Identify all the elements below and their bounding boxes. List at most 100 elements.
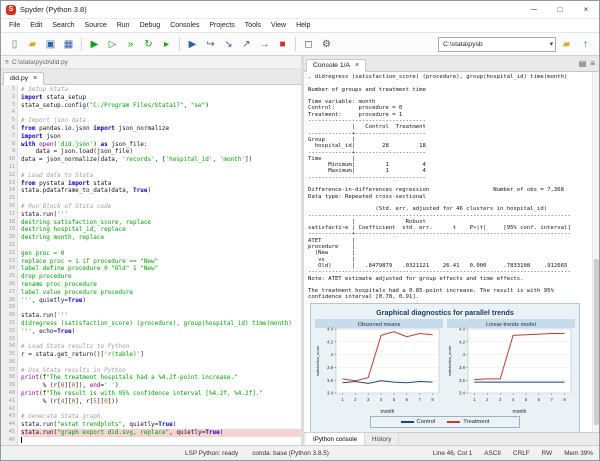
title-bar[interactable]: S Spyder (Python 3.8) ─□× — [1, 1, 599, 19]
code-line-39[interactable]: % (r[0][0]), end=' ') — [21, 382, 301, 390]
code-line-22[interactable]: gen proc = 0 — [21, 250, 301, 258]
step-return-icon[interactable]: ↗ — [238, 36, 255, 53]
dropdown-icon[interactable]: ▾ — [550, 40, 553, 48]
code-line-35[interactable]: r = stata.get_return()['r(table)'] — [21, 351, 301, 359]
code-area[interactable]: # Setup Stataimport stata_setupstata_set… — [18, 85, 301, 445]
menu-projects[interactable]: Projects — [204, 22, 239, 29]
tab-history[interactable]: History — [365, 433, 399, 445]
console-tab-close-icon[interactable]: × — [355, 64, 359, 68]
code-line-23[interactable]: replace proc = 1 if procedure == "New" — [21, 258, 301, 266]
open-file-icon[interactable]: ▰ — [24, 36, 41, 53]
code-line-9[interactable]: data = json.load(json_file) — [21, 148, 301, 156]
code-line-28[interactable]: ''', quietly=True) — [21, 297, 301, 305]
tab-close-icon[interactable]: × — [33, 77, 37, 81]
pane-window-icon[interactable]: ▤ — [579, 59, 587, 68]
save-all-icon[interactable]: ▦ — [60, 36, 77, 53]
code-line-36[interactable] — [21, 359, 301, 367]
continue-icon[interactable]: → — [256, 36, 273, 53]
code-line-1[interactable]: # Setup Stata — [21, 86, 301, 94]
code-line-17[interactable]: stata.run(''' — [21, 211, 301, 219]
code-line-30[interactable]: stata.run(''' — [21, 312, 301, 320]
code-line-5[interactable]: # Import json data — [21, 117, 301, 125]
code-line-42[interactable] — [21, 406, 301, 414]
menu-search[interactable]: Search — [47, 22, 79, 29]
env-status[interactable]: conda: base (Python 3.8.5) — [252, 450, 329, 457]
code-line-11[interactable] — [21, 164, 301, 172]
menu-source[interactable]: Source — [80, 22, 112, 29]
browse-folder-icon[interactable]: ▰ — [558, 36, 575, 53]
code-line-38[interactable]: print(f"The treatment hospitals had a %4… — [21, 374, 301, 382]
code-line-16[interactable]: # Run Block of Stata code — [21, 203, 301, 211]
code-line-19[interactable]: destring hospital_id, replace — [21, 226, 301, 234]
rerun-cell-icon[interactable]: ↻ — [140, 36, 157, 53]
line-number: 23 — [1, 258, 15, 266]
code-line-40[interactable]: print(f"The result is with 95% confidenc… — [21, 390, 301, 398]
run-cell-advance-icon[interactable]: » — [122, 36, 139, 53]
maximize-button[interactable]: □ — [547, 1, 573, 18]
code-line-44[interactable]: stata.run("estat trendplots", quietly=Tr… — [21, 421, 301, 429]
parent-directory-icon[interactable]: ↑ — [577, 36, 594, 53]
working-directory-input[interactable]: C:\stata\pysb ▾ — [438, 37, 556, 52]
code-editor[interactable]: 1234567891011121314151617181920212223242… — [1, 85, 301, 445]
menu-run[interactable]: Run — [112, 22, 135, 29]
run-selection-icon[interactable]: ▸ — [158, 36, 175, 53]
code-line-7[interactable]: import json — [21, 133, 301, 141]
stop-icon[interactable]: ■ — [274, 36, 291, 53]
step-into-icon[interactable]: ↘ — [220, 36, 237, 53]
menu-help[interactable]: Help — [291, 22, 315, 29]
tab-browser-icon[interactable]: ≡ — [5, 59, 9, 66]
code-line-10[interactable]: data = json_normalize(data, 'records', [… — [21, 156, 301, 164]
step-over-icon[interactable]: ↪ — [202, 36, 219, 53]
options-menu-icon[interactable]: ≡ — [590, 59, 595, 68]
editor-tab-didpy[interactable]: did.py × — [3, 72, 44, 85]
console-scrollbar-thumb[interactable] — [594, 259, 599, 425]
menu-file[interactable]: File — [4, 22, 25, 29]
code-line-6[interactable]: from pandas.io.json import json_normaliz… — [21, 125, 301, 133]
code-line-43[interactable]: # Generate Stata graph — [21, 413, 301, 421]
code-line-37[interactable]: # Use Stata results in Python — [21, 367, 301, 375]
code-line-34[interactable]: # Load Stata results to Python — [21, 343, 301, 351]
preferences-icon[interactable]: ⚙ — [318, 36, 335, 53]
menu-consoles[interactable]: Consoles — [165, 22, 204, 29]
code-line-15[interactable] — [21, 195, 301, 203]
code-line-14[interactable]: stata.pdataframe_to_data(data, True) — [21, 187, 301, 195]
menu-edit[interactable]: Edit — [25, 22, 47, 29]
run-icon[interactable]: ▶ — [86, 36, 103, 53]
code-line-45[interactable]: stata.run("graph export did.svg, replace… — [21, 429, 301, 437]
code-line-31[interactable]: didregress (satisfaction_score) (procedu… — [21, 320, 301, 328]
code-line-8[interactable]: with open('did.json') as json_file: — [21, 141, 301, 149]
code-line-32[interactable]: ''', echo=True) — [21, 328, 301, 336]
debug-icon[interactable]: ▶ — [184, 36, 201, 53]
run-cell-icon[interactable]: ▷ — [104, 36, 121, 53]
code-line-20[interactable]: destring month, replace — [21, 234, 301, 242]
svg-text:3.8: 3.8 — [327, 365, 334, 370]
code-line-26[interactable]: rename proc procedure — [21, 281, 301, 289]
tab-ipython-console[interactable]: IPython console — [306, 433, 365, 445]
code-line-18[interactable]: destring satisfaction_score, replace — [21, 219, 301, 227]
code-line-33[interactable] — [21, 336, 301, 344]
menu-view[interactable]: View — [266, 22, 291, 29]
code-line-41[interactable]: % (r[4][0], r[5][0])) — [21, 398, 301, 406]
console-tab[interactable]: Console 1/A × — [306, 59, 366, 72]
code-line-46[interactable] — [21, 437, 301, 445]
code-line-12[interactable]: # Load data to Stata — [21, 172, 301, 180]
new-file-icon[interactable]: ▯ — [6, 36, 23, 53]
code-line-27[interactable]: label value procedure procedure — [21, 289, 301, 297]
editor-tab-bar: did.py × — [1, 69, 301, 85]
menu-tools[interactable]: Tools — [240, 22, 266, 29]
code-line-13[interactable]: from pystata import stata — [21, 180, 301, 188]
maximize-pane-icon[interactable]: ◻ — [300, 36, 317, 53]
code-line-25[interactable]: drop procedure — [21, 273, 301, 281]
code-line-2[interactable]: import stata_setup — [21, 94, 301, 102]
minimize-button[interactable]: ─ — [521, 1, 547, 18]
code-line-24[interactable]: label define procedure 0 "Old" 1 "New" — [21, 265, 301, 273]
console-body[interactable]: . didregress (satisfaction_score) (proce… — [304, 72, 599, 432]
code-line-4[interactable] — [21, 109, 301, 117]
close-button[interactable]: × — [573, 1, 599, 18]
console-scrollbar[interactable] — [592, 72, 599, 432]
code-line-21[interactable] — [21, 242, 301, 250]
save-icon[interactable]: ▣ — [42, 36, 59, 53]
code-line-29[interactable] — [21, 304, 301, 312]
menu-debug[interactable]: Debug — [135, 22, 166, 29]
code-line-3[interactable]: stata_setup.config("C:/Program Files/Sta… — [21, 102, 301, 110]
